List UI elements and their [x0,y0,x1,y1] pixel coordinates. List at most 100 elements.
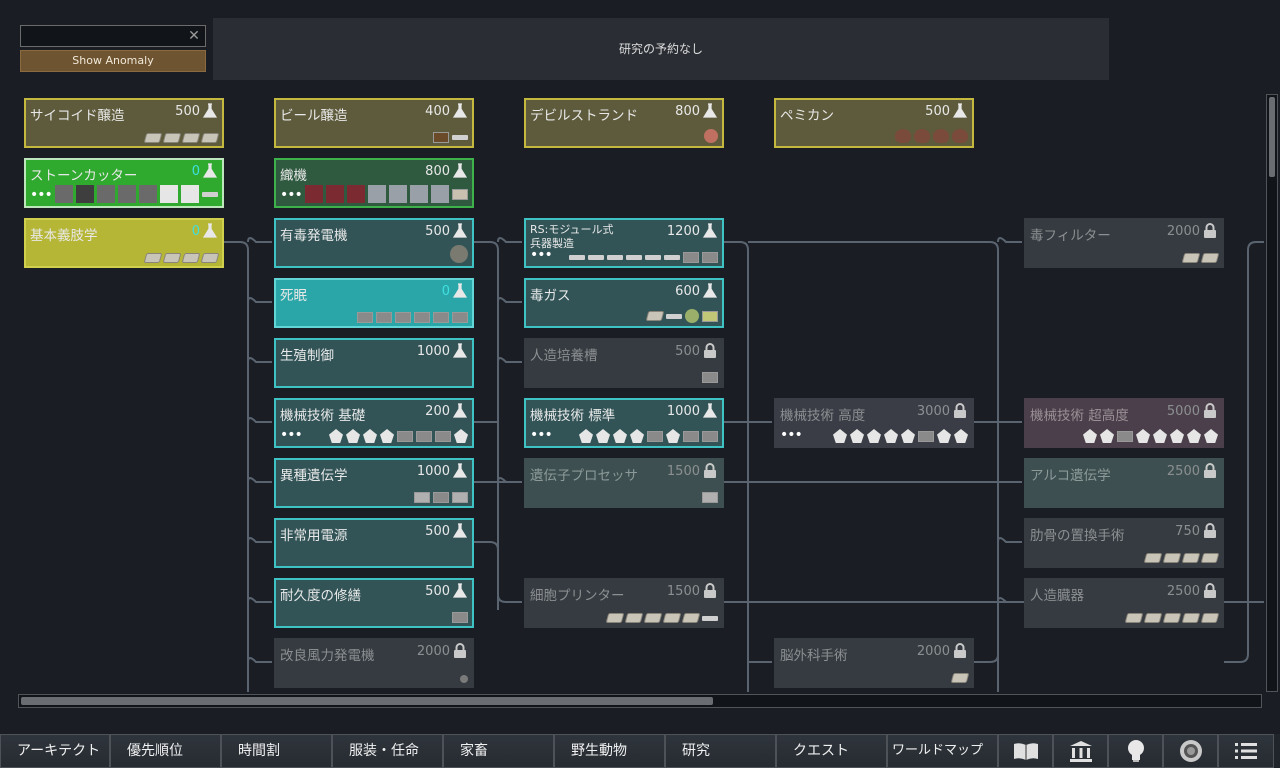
lightbulb-icon [1127,740,1144,762]
tab-architect[interactable]: アーキテクト [0,734,110,768]
lock-icon [454,643,466,658]
research-node-toxgas[interactable]: 毒ガス 600 [524,278,724,328]
research-label: 異種遺伝学 [280,468,348,484]
tab-world-map[interactable]: ワールドマップ [887,734,998,768]
scrollbar-thumb[interactable] [21,697,713,705]
tab-ideas[interactable] [1108,734,1163,768]
meat-icon [933,129,949,143]
vertical-scrollbar[interactable] [1266,94,1278,692]
research-node-prosthetics[interactable]: 基本義肢学 0 [24,218,224,268]
block-dark-icon [76,185,94,203]
research-node-archogen[interactable]: アルコ遺伝学 2500 [1024,458,1224,508]
research-tree[interactable]: サイコイド醸造 500 ビール醸造 400 デビルストランド 800 ペミカン 500 ストーン… [0,90,1264,692]
research-node-battery[interactable]: 非常用電源 500 [274,518,474,568]
research-node-pemmican[interactable]: ペミカン 500 [774,98,974,148]
research-node-deathrest[interactable]: 死眠 0 [274,278,474,328]
red-icon [326,185,344,203]
research-node-toxfilter[interactable]: 毒フィルター 2000 [1024,218,1224,268]
chip-icon [1162,553,1182,563]
research-label: 脳外科手術 [780,648,848,664]
research-node-mechultra[interactable]: 機械技術 超高度 5000 [1024,398,1224,448]
tab-ideology[interactable] [1163,734,1218,768]
research-node-mechhigh[interactable]: 機械技術 高度 3000 ••• [774,398,974,448]
lock-icon [1204,523,1216,538]
research-node-ribs[interactable]: 肋骨の置換手術 750 [1024,518,1224,568]
research-label: 有毒発電機 [280,228,348,244]
unlock-icons [433,132,468,143]
book-icon [1013,743,1038,760]
research-node-cellprinter[interactable]: 細胞プリンター 1500 [524,578,724,628]
block-gray-icon [55,185,73,203]
research-node-windturbine[interactable]: 改良風力発電機 2000 [274,638,474,688]
research-cost: 500 [425,224,450,239]
search-input[interactable] [25,28,179,46]
research-label: ペミカン [780,108,834,124]
research-node-mechbasic[interactable]: 機械技術 基礎 200 ••• [274,398,474,448]
research-cost: 3000 [916,404,950,419]
research-node-modular[interactable]: RS:モジュール式 兵器製造 1200 ••• [524,218,724,268]
tab-quests[interactable]: クエスト [776,734,887,768]
close-icon[interactable]: ✕ [186,28,202,44]
research-cost: 1000 [666,404,700,419]
research-node-stonecutting[interactable]: ストーンカッター 0 ••• [24,158,224,208]
box-icon [452,612,468,623]
research-node-beer[interactable]: ビール醸造 400 [274,98,474,148]
chip-icon [643,613,663,623]
box-icon [702,372,718,383]
box-icon [376,312,392,323]
red-icon [347,185,365,203]
research-label: サイコイド醸造 [30,108,125,124]
unlock-icons [605,613,718,623]
box-icon [433,312,449,323]
mech-icon [613,429,627,443]
research-node-organs[interactable]: 人造臓器 2500 [1024,578,1224,628]
flask-icon [453,583,467,598]
tab-history[interactable] [998,734,1053,768]
tab-menu[interactable] [1218,734,1274,768]
tab-factions[interactable] [1053,734,1108,768]
research-node-vat[interactable]: 人造培養槽 500 [524,338,724,388]
mech-icon [1083,429,1097,443]
more-unlocks-icon: ••• [530,247,553,263]
chip-icon [1181,253,1201,263]
research-label: 細胞プリンター [530,588,625,604]
tab-schedule[interactable]: 時間割 [221,734,332,768]
horizontal-scrollbar[interactable] [18,694,1262,708]
tab-work[interactable]: 優先順位 [110,734,221,768]
research-node-psychoid[interactable]: サイコイド醸造 500 [24,98,224,148]
tab-assign[interactable]: 服装・任命 [332,734,443,768]
mech-icon [1153,429,1167,443]
tab-animals[interactable]: 家畜 [443,734,554,768]
research-node-devilstrand[interactable]: デビルストランド 800 [524,98,724,148]
mech-icon [630,429,644,443]
research-cost: 1000 [416,344,450,359]
unlock-icons [895,129,968,143]
tab-wildlife[interactable]: 野生動物 [554,734,665,768]
tab-research[interactable]: 研究 [665,734,776,768]
box-icon [416,430,432,442]
block-gray-icon [97,185,115,203]
research-node-repair[interactable]: 耐久度の修繕 500 [274,578,474,628]
search-box[interactable]: ✕ [20,25,206,47]
flask-icon [453,463,467,478]
show-anomaly-button[interactable]: Show Anomaly [20,50,206,72]
mech-icon [1100,429,1114,443]
research-label: 非常用電源 [280,528,348,544]
research-cost: 2000 [916,644,950,659]
research-cost: 1000 [416,464,450,479]
research-node-geneproc[interactable]: 遺伝子プロセッサ 1500 [524,458,724,508]
research-node-xenogen[interactable]: 異種遺伝学 1000 [274,458,474,508]
mech-icon [596,429,610,443]
research-node-loom[interactable]: 織機 800 ••• [274,158,474,208]
scrollbar-thumb[interactable] [1269,97,1275,177]
lock-icon [1204,583,1216,598]
block-gray-icon [139,185,157,203]
research-node-brainsurg[interactable]: 脳外科手術 2000 [774,638,974,688]
research-node-growth[interactable]: 生殖制御 1000 [274,338,474,388]
box-icon [433,492,449,503]
chip-icon [162,253,182,263]
chip-icon [1200,553,1220,563]
research-node-toxgen[interactable]: 有毒発電機 500 [274,218,474,268]
chip-icon [181,253,201,263]
research-node-mechstd[interactable]: 機械技術 標準 1000 ••• [524,398,724,448]
